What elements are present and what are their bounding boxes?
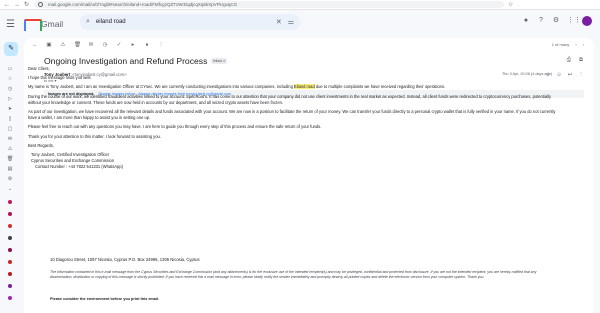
clear-search-icon[interactable]: ✕ — [276, 18, 282, 26]
snooze-icon[interactable]: ◷ — [102, 42, 108, 48]
address-field[interactable]: mail.google.com/mail/u/0/?ogbl#search/ei… — [34, 1, 504, 8]
left-sidebar: ✎ ▭ ☆ ◷ ▷ ➤ ▯ ▢ ✉ ⚠ 🗑 ▤ ⚙ ⌄ — [0, 38, 22, 313]
forward-icon[interactable]: → — [14, 2, 20, 8]
body-paragraph: Thank you for your attention to this mat… — [28, 133, 161, 139]
more-icon[interactable]: ⋮ — [578, 72, 584, 78]
gmail-header: ☰ Gmail ⌕ eiland road ✕ ⚌ ● ? ⚙ ⋮⋮ — [0, 10, 600, 38]
body-paragraph: My name is Tony Joubert, and I am an Inv… — [28, 84, 558, 90]
bin-icon[interactable]: 🗑 — [7, 156, 13, 162]
apps-grid-icon[interactable]: ⋮⋮ — [567, 17, 581, 25]
spam-icon[interactable]: ⚠ — [7, 146, 13, 152]
add-task-icon[interactable]: ✓ — [116, 42, 122, 48]
body-text: My name is Tony Joubert, and I am an Inv… — [28, 84, 293, 90]
important-icon[interactable]: ▷ — [7, 96, 13, 102]
mark-unread-icon[interactable]: ✉ — [88, 42, 94, 48]
label-dot-icon[interactable] — [8, 272, 12, 276]
search-highlight: Eiland road — [294, 84, 315, 90]
older-icon[interactable]: › — [583, 42, 584, 47]
label-dot-icon[interactable] — [8, 200, 12, 204]
email-toolbar: ← ▣ ⚠ 🗑 ✉ ◷ ✓ ▸ ⬧ ⋮ 1 of many ‹ › — [24, 38, 594, 52]
delete-icon[interactable]: 🗑 — [74, 42, 81, 48]
environment-notice: Please consider the environment before y… — [50, 297, 160, 301]
label-dot-icon[interactable] — [8, 212, 12, 216]
pagination: 1 of many ‹ › — [552, 42, 584, 47]
gmail-m-icon — [24, 19, 42, 31]
reload-icon[interactable]: ↻ — [24, 2, 30, 8]
email-subject: Ongoing Investigation and Refund Process — [44, 56, 208, 66]
subject-actions: ⎙ ⧉ — [566, 57, 584, 63]
bookmark-star-icon[interactable]: ☆ — [508, 2, 514, 8]
inbox-icon[interactable]: ▭ — [7, 66, 13, 72]
more-options-icon[interactable]: ⋮ — [158, 42, 164, 48]
snoozed-icon[interactable]: ◷ — [7, 86, 13, 92]
search-input[interactable]: eiland road — [96, 19, 270, 25]
back-icon[interactable]: ← — [4, 2, 10, 8]
help-icon[interactable]: ? — [537, 17, 545, 25]
label-dot-icon[interactable] — [8, 248, 12, 252]
gmail-logo[interactable]: Gmail — [24, 19, 64, 31]
body-paragraph: During the course of our work, we identi… — [28, 93, 552, 105]
header-actions: ● ? ⚙ ⋮⋮ — [522, 16, 592, 26]
search-options-icon[interactable]: ⚌ — [288, 18, 294, 26]
compose-button[interactable]: ✎ — [4, 42, 18, 56]
gmail-logo-text: Gmail — [41, 19, 64, 29]
newer-icon[interactable]: ‹ — [575, 42, 576, 47]
purchases-icon[interactable]: ▢ — [7, 126, 13, 132]
label-dot-icon[interactable] — [8, 296, 12, 300]
search-bar[interactable]: ⌕ eiland road ✕ ⚌ — [80, 14, 300, 30]
account-avatar[interactable] — [582, 16, 592, 26]
main-menu-icon[interactable]: ☰ — [6, 19, 18, 30]
inbox-label-chip[interactable]: Inbox × — [211, 58, 228, 64]
label-dot-icon[interactable] — [8, 260, 12, 264]
body-paragraph: I hope this message finds you well. — [28, 75, 92, 81]
label-dot-icon[interactable] — [8, 224, 12, 228]
archive-icon[interactable]: ▣ — [46, 42, 52, 48]
site-info-icon[interactable] — [38, 2, 43, 7]
more-icon[interactable]: ⌄ — [7, 186, 13, 192]
print-icon[interactable]: ⎙ — [566, 57, 572, 63]
email-body: Dear Client, I hope this message finds y… — [28, 66, 558, 174]
pagination-count: 1 of many — [551, 42, 570, 47]
body-paragraph: Please feel free to reach out with any q… — [28, 124, 322, 130]
open-new-window-icon[interactable]: ⧉ — [578, 57, 584, 63]
settings-gear-icon[interactable]: ⚙ — [552, 17, 560, 25]
move-to-icon[interactable]: ▸ — [130, 42, 136, 48]
sent-icon[interactable]: ➤ — [7, 106, 13, 112]
url-text: mail.google.com/mail/u/0/?ogbl#search/ei… — [48, 2, 238, 7]
starred-icon[interactable]: ☆ — [7, 76, 13, 82]
reply-icon[interactable]: ↩ — [567, 72, 573, 78]
status-icon[interactable]: ● — [522, 17, 530, 25]
report-spam-icon[interactable]: ⚠ — [60, 42, 66, 48]
drafts-icon[interactable]: ▯ — [7, 116, 13, 122]
body-paragraph: As part of our investigation, we have re… — [28, 109, 556, 121]
label-icon[interactable]: ⬧ — [144, 42, 150, 48]
label-dot-icon[interactable] — [8, 236, 12, 240]
search-icon[interactable]: ⌕ — [86, 18, 90, 26]
categories-icon[interactable]: ▤ — [7, 166, 13, 172]
manage-labels-icon[interactable]: ⚙ — [7, 176, 13, 182]
label-dot-icon[interactable] — [8, 284, 12, 288]
browser-url-bar: ← → ↻ mail.google.com/mail/u/0/?ogbl#sea… — [0, 0, 600, 10]
legal-disclaimer: The information contained in this e-mail… — [50, 270, 537, 280]
office-address: 10 Diagorou Street, 1097 Nicosia, Cyprus… — [50, 257, 200, 262]
signature-contact: Contact Number : +44 7822 541331 (WhatsA… — [35, 164, 123, 170]
body-text: due to multiple complaints we have recei… — [315, 84, 446, 90]
greeting: Dear Client, — [28, 66, 50, 71]
subject-row: Ongoing Investigation and Refund Process… — [44, 56, 228, 66]
back-to-list-icon[interactable]: ← — [32, 42, 38, 48]
closing: Best Regards, — [28, 142, 54, 148]
all-mail-icon[interactable]: ✉ — [7, 136, 13, 142]
